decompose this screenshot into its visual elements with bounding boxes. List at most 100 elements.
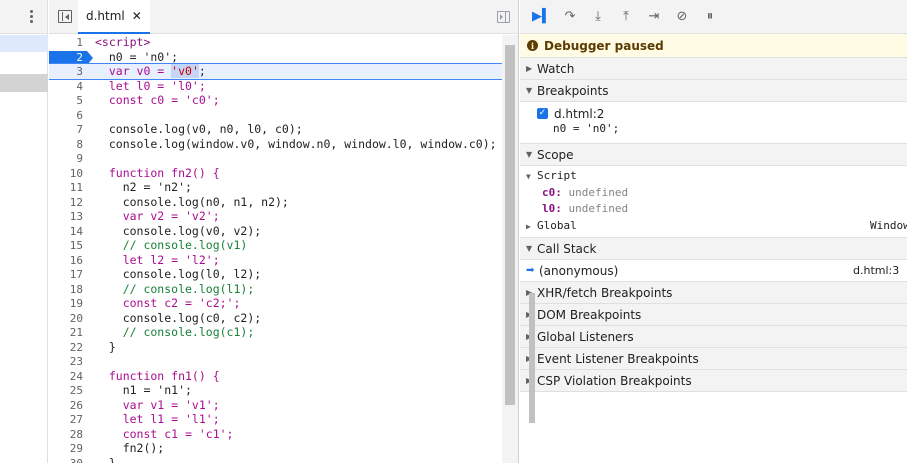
line-number[interactable]: 21 — [49, 326, 87, 341]
code-line[interactable]: 29 fn2(); — [49, 441, 502, 456]
line-number[interactable]: 26 — [49, 399, 87, 414]
code-line[interactable]: 7 console.log(v0, n0, l0, c0); — [49, 122, 502, 137]
scope-variable[interactable]: c0: undefined — [520, 185, 907, 202]
line-number[interactable]: 29 — [49, 442, 87, 457]
line-number[interactable]: 19 — [49, 297, 87, 312]
line-number[interactable]: 8 — [49, 138, 87, 153]
code-area[interactable]: 1 <script> 2 n0 = 'n0'; 3 var v0 = 'v0'; … — [49, 35, 502, 463]
line-number[interactable]: 6 — [49, 109, 87, 124]
code-line[interactable]: 16 let l2 = 'l2'; — [49, 253, 502, 268]
code-line[interactable]: 27 let l1 = 'l1'; — [49, 412, 502, 427]
code-line[interactable]: 14 console.log(v0, v2); — [49, 224, 502, 239]
line-number[interactable]: 20 — [49, 312, 87, 327]
line-number[interactable]: 23 — [49, 355, 87, 370]
code-line[interactable]: 28 const c1 = 'c1'; — [49, 427, 502, 442]
line-number[interactable]: 24 — [49, 370, 87, 385]
line-number[interactable]: 11 — [49, 181, 87, 196]
code-line-breakpoint[interactable]: 2 n0 = 'n0'; — [49, 50, 502, 65]
breakpoint-item[interactable]: ✓ d.html:2 — [537, 106, 907, 121]
line-number[interactable]: 25 — [49, 384, 87, 399]
code-line[interactable]: 20 console.log(c0, c2); — [49, 311, 502, 326]
watch-section-header[interactable]: ▶ Watch — [520, 58, 907, 80]
line-number[interactable]: 10 — [49, 167, 87, 182]
line-number[interactable]: 27 — [49, 413, 87, 428]
csp-violation-breakpoints-header[interactable]: ▶ CSP Violation Breakpoints — [520, 370, 907, 392]
code-line[interactable]: 4 let l0 = 'l0'; — [49, 79, 502, 94]
code-line[interactable]: 25 n1 = 'n1'; — [49, 383, 502, 398]
code-line[interactable]: 13 var v2 = 'v2'; — [49, 209, 502, 224]
code-line[interactable]: 5 const c0 = 'c0'; — [49, 93, 502, 108]
callstack-section-header[interactable]: ▼ Call Stack — [520, 238, 907, 260]
line-number[interactable]: 18 — [49, 283, 87, 298]
step-icon[interactable]: ⇥ — [640, 7, 668, 27]
scope-variable[interactable]: l0: undefined — [520, 201, 907, 218]
breakpoint-marker[interactable]: 2 — [49, 50, 93, 65]
code-line[interactable]: 11 n2 = 'n2'; — [49, 180, 502, 195]
resume-icon[interactable]: ▶▍ — [528, 7, 556, 27]
scope-script[interactable]: ▼ Script — [520, 168, 907, 185]
code-line[interactable]: 22 } — [49, 340, 502, 355]
line-number[interactable]: 30 — [49, 457, 87, 463]
toggle-debugger-icon[interactable] — [497, 11, 510, 23]
line-number[interactable]: 1 — [49, 36, 87, 51]
line-number[interactable]: 16 — [49, 254, 87, 269]
sidebar-scrollbar[interactable] — [520, 35, 535, 463]
line-number[interactable]: 28 — [49, 428, 87, 443]
code-line[interactable]: 15 // console.log(v1) — [49, 238, 502, 253]
scope-global[interactable]: ▶ Global Window — [520, 218, 907, 235]
navigator-item[interactable] — [0, 74, 48, 92]
code-line[interactable]: 17 console.log(l0, l2); — [49, 267, 502, 282]
line-number[interactable]: 17 — [49, 268, 87, 283]
dom-breakpoints-header[interactable]: ▶ DOM Breakpoints — [520, 304, 907, 326]
code-line[interactable]: 30 } — [49, 456, 502, 463]
breakpoints-section-header[interactable]: ▼ Breakpoints — [520, 80, 907, 102]
scope-section-header[interactable]: ▼ Scope — [520, 144, 907, 166]
code-line[interactable]: 19 const c2 = 'c2;'; — [49, 296, 502, 311]
file-navigator — [0, 0, 48, 463]
xhr-breakpoints-header[interactable]: ▶ XHR/fetch Breakpoints — [520, 282, 907, 304]
code-line[interactable]: 10 function fn2() { — [49, 166, 502, 181]
more-options-icon[interactable] — [30, 10, 34, 24]
editor-scroll-thumb[interactable] — [505, 45, 515, 405]
code-line[interactable]: 24 function fn1() { — [49, 369, 502, 384]
global-listeners-header[interactable]: ▶ Global Listeners — [520, 326, 907, 348]
step-over-icon[interactable]: ↷ — [556, 7, 584, 27]
code-line[interactable]: 18 // console.log(l1); — [49, 282, 502, 297]
line-number[interactable]: 15 — [49, 239, 87, 254]
code-line[interactable]: 9 — [49, 151, 502, 166]
navigator-selected-item[interactable] — [0, 35, 48, 52]
line-number[interactable]: 9 — [49, 152, 87, 167]
code-line[interactable]: 6 — [49, 108, 502, 123]
step-out-icon[interactable]: ⤒ — [612, 7, 640, 27]
debugger-paused-banner: i Debugger paused — [520, 34, 907, 58]
line-number[interactable]: 12 — [49, 196, 87, 211]
code-line[interactable]: 23 — [49, 354, 502, 369]
code-line[interactable]: 12 console.log(n0, n1, n2); — [49, 195, 502, 210]
toggle-navigator-icon[interactable] — [58, 10, 72, 23]
line-number[interactable]: 5 — [49, 94, 87, 109]
sidebar-scroll-thumb[interactable] — [529, 293, 535, 423]
code-line[interactable]: 8 console.log(window.v0, window.n0, wind… — [49, 137, 502, 152]
line-number[interactable]: 3 — [49, 65, 87, 80]
step-into-icon[interactable]: ⤓ — [584, 7, 612, 27]
line-number[interactable]: 22 — [49, 341, 87, 356]
deactivate-breakpoints-icon[interactable]: ⊘ — [668, 7, 696, 27]
navigator-toolbar — [0, 0, 47, 34]
code-line-execution[interactable]: 3 var v0 = 'v0'; — [49, 63, 502, 80]
global-value: Window — [870, 218, 907, 232]
breakpoint-checkbox[interactable]: ✓ — [537, 108, 548, 119]
close-icon[interactable]: ✕ — [132, 9, 142, 23]
frame-location[interactable]: d.html:3 — [853, 264, 899, 277]
code-line[interactable]: 1 <script> — [49, 35, 502, 50]
code-line[interactable]: 26 var v1 = 'v1'; — [49, 398, 502, 413]
line-number[interactable]: 4 — [49, 80, 87, 95]
code-line[interactable]: 21 // console.log(c1); — [49, 325, 502, 340]
tab-d-html[interactable]: d.html ✕ — [78, 0, 150, 34]
editor-scrollbar[interactable] — [502, 35, 518, 463]
line-number[interactable]: 7 — [49, 123, 87, 138]
pause-on-exceptions-icon[interactable]: ⏸ — [696, 7, 724, 27]
line-number[interactable]: 13 — [49, 210, 87, 225]
event-listener-breakpoints-header[interactable]: ▶ Event Listener Breakpoints — [520, 348, 907, 370]
line-number[interactable]: 14 — [49, 225, 87, 240]
call-frame[interactable]: ➡ (anonymous) d.html:3 — [520, 260, 907, 282]
